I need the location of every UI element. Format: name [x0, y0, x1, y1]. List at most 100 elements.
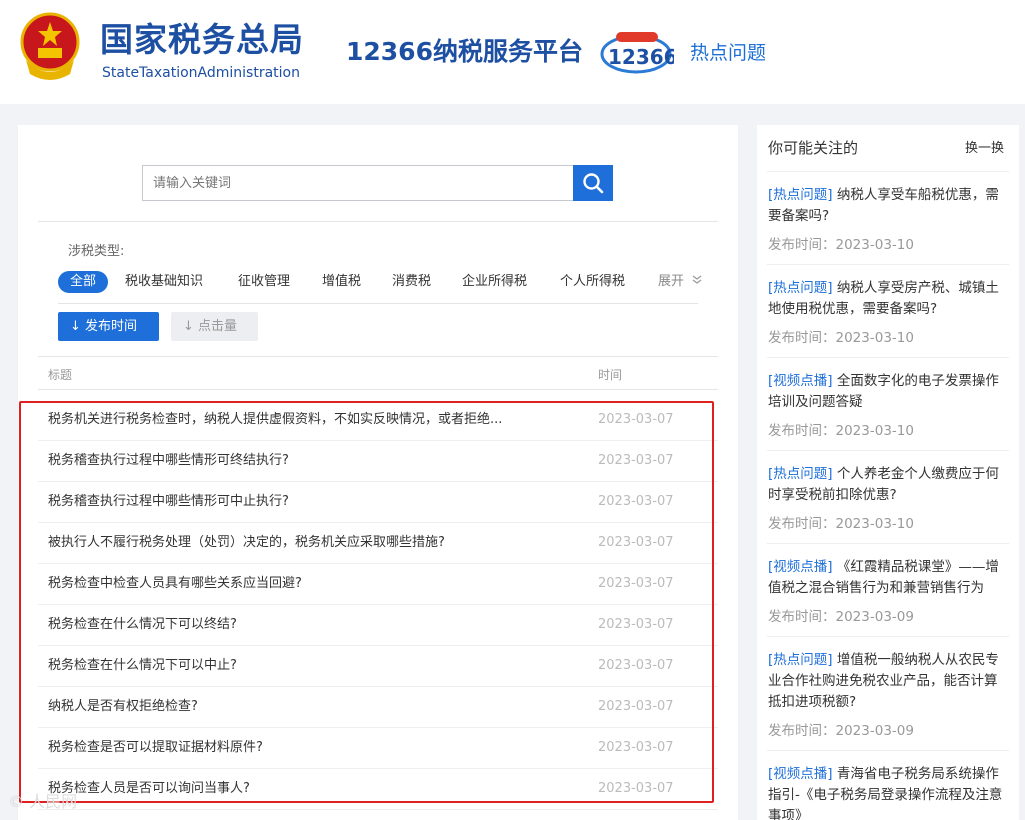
sort-by-publish-time-button[interactable]: ↓ 发布时间 — [58, 312, 159, 341]
category-vat[interactable]: 增值税 — [322, 271, 361, 293]
date-prefix: 发布时间： — [768, 516, 836, 532]
row-title[interactable]: 税务稽查执行过程中哪些情形可终结执行? — [48, 451, 568, 471]
row-date: 2023-03-07 — [598, 576, 674, 591]
item-tag: [视频点播] — [768, 766, 833, 782]
sidebar-item[interactable]: [热点问题] 纳税人享受房产税、城镇土地使用税优惠，需要备案吗? — [768, 278, 1010, 320]
table-row[interactable]: 纳税人是否有权拒绝检查? 2023-03-07 — [38, 687, 718, 728]
chevron-double-down-icon — [692, 275, 702, 284]
site-header: 国家税务总局 StateTaxationAdministration 12366… — [0, 0, 1025, 104]
hot-questions-link[interactable]: 热点问题 — [690, 40, 766, 66]
expand-label: 展开 — [658, 274, 685, 289]
date-prefix: 发布时间： — [768, 723, 836, 739]
sidebar-item[interactable]: [视频点播] 青海省电子税务局系统操作指引-《电子税务局登录操作流程及注意事项》 — [768, 764, 1010, 820]
table-row[interactable]: 税务检查是否可以提取证据材料原件? 2023-03-07 — [38, 728, 718, 769]
row-title[interactable]: 税务检查人员是否可以询问当事人? — [48, 779, 568, 799]
sort-label: 点击量 — [198, 319, 238, 334]
category-consumption-tax[interactable]: 消费税 — [392, 271, 431, 293]
table-row[interactable]: 税务检查在什么情况下可以终结? 2023-03-07 — [38, 605, 718, 646]
divider — [38, 389, 718, 390]
recommendation-sidebar: 你可能关注的 换一换 [热点问题] 纳税人享受车船税优惠，需要备案吗? 发布时间… — [757, 125, 1019, 820]
sidebar-item[interactable]: [热点问题] 个人养老金个人缴费应于何时享受税前扣除优惠? — [768, 464, 1010, 506]
divider — [767, 636, 1009, 637]
sidebar-item[interactable]: [视频点播] 全面数字化的电子发票操作培训及问题答疑 — [768, 371, 1010, 413]
sidebar-item[interactable]: [热点问题] 纳税人享受车船税优惠，需要备案吗? — [768, 185, 1010, 227]
category-personal-income-tax[interactable]: 个人所得税 — [560, 271, 625, 293]
date-prefix: 发布时间： — [768, 423, 836, 439]
watermark: © 人民网 — [8, 792, 78, 811]
date-value: 2023-03-10 — [835, 423, 914, 439]
search-input[interactable] — [142, 165, 574, 201]
row-date: 2023-03-07 — [598, 658, 674, 673]
category-all[interactable]: 全部 — [58, 271, 109, 293]
divider — [38, 356, 718, 357]
column-header-time: 时间 — [598, 368, 623, 382]
row-title[interactable]: 税务检查是否可以提取证据材料原件? — [48, 738, 568, 758]
item-date: 发布时间：2023-03-09 — [768, 608, 914, 626]
table-row[interactable]: 税务检查人员是否可以询问当事人? 2023-03-07 — [38, 769, 718, 810]
sort-by-clicks-button[interactable]: ↓ 点击量 — [171, 312, 258, 341]
row-date: 2023-03-07 — [598, 535, 674, 550]
row-date: 2023-03-07 — [598, 617, 674, 632]
sidebar-item[interactable]: [热点问题] 增值税一般纳税人从农民专业合作社购进免税农业产品，能否计算抵扣进项… — [768, 650, 1010, 713]
table-row[interactable]: 税务机关进行税务检查时，纳税人提供虚假资料，不如实反映情况，或者拒绝... 20… — [38, 400, 718, 441]
date-value: 2023-03-09 — [835, 609, 914, 625]
date-value: 2023-03-10 — [835, 330, 914, 346]
row-date: 2023-03-07 — [598, 699, 674, 714]
date-value: 2023-03-10 — [835, 516, 914, 532]
date-value: 2023-03-10 — [835, 237, 914, 253]
expand-categories-button[interactable]: 展开 — [658, 271, 703, 293]
sidebar-title: 你可能关注的 — [768, 139, 859, 157]
category-collection-management[interactable]: 征收管理 — [238, 271, 290, 293]
row-title[interactable]: 税务检查在什么情况下可以终结? — [48, 615, 568, 635]
category-corporate-income-tax[interactable]: 企业所得税 — [462, 271, 527, 293]
sidebar-item[interactable]: [视频点播] 《红霞精品税课堂》——增值税之混合销售行为和兼营销售行为 — [768, 557, 1010, 599]
brand-name-english: StateTaxationAdministration — [102, 65, 300, 81]
row-title[interactable]: 税务机关进行税务检查时，纳税人提供虚假资料，不如实反映情况，或者拒绝... — [48, 410, 568, 430]
table-row[interactable]: 税务检查在什么情况下可以中止? 2023-03-07 — [38, 646, 718, 687]
table-row[interactable]: 被执行人不履行税务处理（处罚）决定的，税务机关应采取哪些措施? 2023-03-… — [38, 523, 718, 564]
date-value: 2023-03-09 — [835, 723, 914, 739]
item-date: 发布时间：2023-03-10 — [768, 329, 914, 347]
divider — [767, 357, 1009, 358]
item-tag: [热点问题] — [768, 280, 833, 296]
refresh-button[interactable]: 换一换 — [965, 140, 1004, 158]
category-tax-basics[interactable]: 税收基础知识 — [125, 271, 203, 293]
table-row[interactable]: 税务检查中检查人员具有哪些关系应当回避? 2023-03-07 — [38, 564, 718, 605]
main-panel: 涉税类型: 全部 税收基础知识 征收管理 增值税 消费税 企业所得税 个人所得税… — [18, 125, 738, 820]
row-date: 2023-03-07 — [598, 740, 674, 755]
row-title[interactable]: 税务检查在什么情况下可以中止? — [48, 656, 568, 676]
brand-name: 国家税务总局 — [100, 20, 304, 59]
row-title[interactable]: 税务检查中检查人员具有哪些关系应当回避? — [48, 574, 568, 594]
row-date: 2023-03-07 — [598, 412, 674, 427]
date-prefix: 发布时间： — [768, 609, 836, 625]
row-date: 2023-03-07 — [598, 453, 674, 468]
divider — [767, 171, 1009, 172]
item-tag: [视频点播] — [768, 559, 833, 575]
tax-type-label: 涉税类型: — [68, 244, 125, 259]
item-date: 发布时间：2023-03-10 — [768, 515, 914, 533]
item-tag: [热点问题] — [768, 187, 833, 203]
item-tag: [热点问题] — [768, 652, 833, 668]
divider — [767, 450, 1009, 451]
platform-title: 12366纳税服务平台 — [346, 37, 583, 66]
item-tag: [热点问题] — [768, 466, 833, 482]
divider — [58, 303, 698, 304]
arrow-down-icon: ↓ — [183, 319, 194, 334]
date-prefix: 发布时间： — [768, 237, 836, 253]
divider — [767, 750, 1009, 751]
sort-label: 发布时间 — [85, 319, 138, 334]
search-icon — [583, 173, 604, 194]
national-emblem-icon — [20, 12, 80, 80]
svg-text:12366: 12366 — [608, 45, 674, 69]
divider — [38, 221, 718, 222]
row-title[interactable]: 被执行人不履行税务处理（处罚）决定的，税务机关应采取哪些措施? — [48, 533, 568, 553]
date-prefix: 发布时间： — [768, 330, 836, 346]
arrow-down-icon: ↓ — [70, 319, 81, 334]
table-row[interactable]: 税务稽查执行过程中哪些情形可中止执行? 2023-03-07 — [38, 482, 718, 523]
row-title[interactable]: 纳税人是否有权拒绝检查? — [48, 697, 568, 717]
12366-logo-icon: 12366 — [600, 32, 674, 74]
table-row[interactable]: 税务稽查执行过程中哪些情形可终结执行? 2023-03-07 — [38, 441, 718, 482]
divider — [767, 543, 1009, 544]
search-button[interactable] — [573, 165, 613, 201]
row-title[interactable]: 税务稽查执行过程中哪些情形可中止执行? — [48, 492, 568, 512]
